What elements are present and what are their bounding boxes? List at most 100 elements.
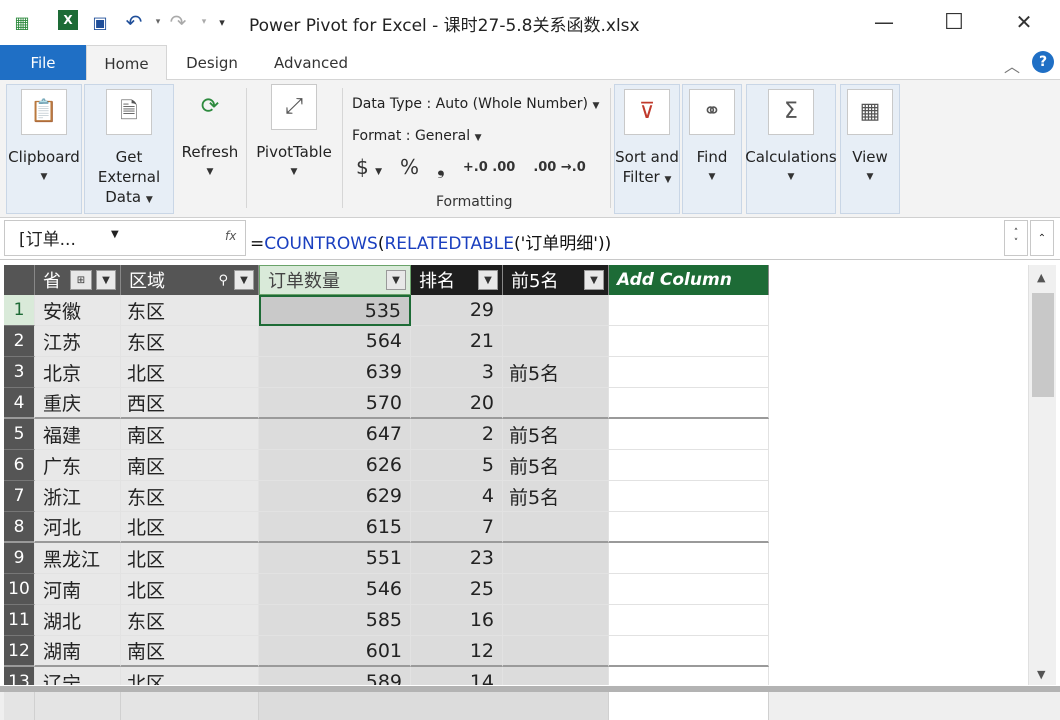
- cell-add-column[interactable]: [609, 605, 769, 636]
- cell-top5[interactable]: [503, 543, 609, 574]
- cell-area[interactable]: 东区: [121, 605, 259, 636]
- cell-area[interactable]: 南区: [121, 419, 259, 450]
- cell-top5[interactable]: [503, 295, 609, 326]
- table-row[interactable]: 6 广东 南区 626 5 前5名: [4, 450, 1028, 481]
- cell-add-column[interactable]: [609, 419, 769, 450]
- cell-rank[interactable]: 2: [411, 419, 503, 450]
- filter-dropdown-icon[interactable]: ▼: [386, 270, 406, 290]
- filter-dropdown-icon[interactable]: ▼: [478, 270, 498, 290]
- cell-top5[interactable]: [503, 574, 609, 605]
- cell-top5[interactable]: 前5名: [503, 357, 609, 388]
- cell-order-count[interactable]: 535: [259, 295, 411, 326]
- clipboard-button[interactable]: 📋 Clipboard ▼: [7, 89, 81, 187]
- cell-province[interactable]: 江苏: [35, 326, 121, 357]
- cell-order-count[interactable]: 585: [259, 605, 411, 636]
- cell-top5[interactable]: 前5名: [503, 481, 609, 512]
- table-row[interactable]: 11 湖北 东区 585 16: [4, 605, 1028, 636]
- cell-province[interactable]: 重庆: [35, 388, 121, 419]
- formula-scroll[interactable]: ˄ ˅: [1004, 220, 1028, 256]
- cell-rank[interactable]: 16: [411, 605, 503, 636]
- decrease-decimal-icon[interactable]: .00 →.0: [533, 160, 585, 175]
- save-icon[interactable]: ▣: [88, 10, 112, 34]
- percent-icon[interactable]: %: [400, 155, 419, 179]
- tab-home[interactable]: Home: [86, 45, 167, 81]
- help-button[interactable]: ?: [1032, 51, 1054, 73]
- row-number[interactable]: 7: [4, 481, 35, 512]
- cell-order-count[interactable]: 629: [259, 481, 411, 512]
- cell-province[interactable]: 黑龙江: [35, 543, 121, 574]
- row-number[interactable]: 5: [4, 419, 35, 450]
- cell-area[interactable]: 北区: [121, 357, 259, 388]
- calc-cell[interactable]: [609, 692, 769, 720]
- refresh-button[interactable]: ⟳ Refresh ▼: [178, 84, 242, 182]
- cell-order-count[interactable]: 589: [259, 667, 411, 685]
- cell-order-count[interactable]: 647: [259, 419, 411, 450]
- name-box[interactable]: [订单... ▼ fx: [4, 220, 246, 256]
- row-number[interactable]: 8: [4, 512, 35, 543]
- cell-order-count[interactable]: 570: [259, 388, 411, 419]
- cell-order-count[interactable]: 546: [259, 574, 411, 605]
- redo-icon[interactable]: ↷: [166, 10, 190, 34]
- row-number[interactable]: 11: [4, 605, 35, 636]
- collapse-ribbon-icon[interactable]: ︿: [1004, 53, 1020, 77]
- cell-area[interactable]: 北区: [121, 512, 259, 543]
- cell-province[interactable]: 河北: [35, 512, 121, 543]
- row-number[interactable]: 12: [4, 636, 35, 667]
- cell-area[interactable]: 西区: [121, 388, 259, 419]
- cell-top5[interactable]: [503, 636, 609, 667]
- cell-order-count[interactable]: 639: [259, 357, 411, 388]
- cell-top5[interactable]: [503, 512, 609, 543]
- cell-rank[interactable]: 7: [411, 512, 503, 543]
- cell-area[interactable]: 南区: [121, 636, 259, 667]
- column-header-order-count[interactable]: 订单数量 ▼: [259, 265, 411, 295]
- cell-order-count[interactable]: 626: [259, 450, 411, 481]
- maximize-button[interactable]: ☐: [934, 6, 974, 38]
- increase-decimal-icon[interactable]: +.0 .00: [463, 160, 515, 175]
- formula-input[interactable]: =COUNTROWS(RELATEDTABLE('订单明细')): [250, 229, 611, 254]
- corner-header[interactable]: [4, 265, 35, 295]
- cell-add-column[interactable]: [609, 326, 769, 357]
- cell-province[interactable]: 河南: [35, 574, 121, 605]
- cell-add-column[interactable]: [609, 543, 769, 574]
- table-row[interactable]: 12 湖南 南区 601 12: [4, 636, 1028, 667]
- cell-add-column[interactable]: [609, 357, 769, 388]
- cell-province[interactable]: 湖南: [35, 636, 121, 667]
- row-number[interactable]: 13: [4, 667, 35, 685]
- cell-province[interactable]: 浙江: [35, 481, 121, 512]
- filter-dropdown-icon[interactable]: ▼: [234, 270, 254, 290]
- cell-order-count[interactable]: 615: [259, 512, 411, 543]
- table-row[interactable]: 1 安徽 东区 535 29: [4, 295, 1028, 326]
- power-pivot-icon[interactable]: ▦: [10, 10, 34, 34]
- tab-file[interactable]: File: [0, 45, 86, 80]
- cell-area[interactable]: 北区: [121, 543, 259, 574]
- vertical-scrollbar[interactable]: ▲ ▼: [1028, 265, 1056, 685]
- cell-rank[interactable]: 23: [411, 543, 503, 574]
- cell-province[interactable]: 湖北: [35, 605, 121, 636]
- table-row[interactable]: 3 北京 北区 639 3 前5名: [4, 357, 1028, 388]
- cell-add-column[interactable]: [609, 636, 769, 667]
- undo-icon[interactable]: ↶: [122, 10, 146, 34]
- cell-rank[interactable]: 5: [411, 450, 503, 481]
- cell-top5[interactable]: 前5名: [503, 419, 609, 450]
- cell-add-column[interactable]: [609, 295, 769, 326]
- table-row[interactable]: 2 江苏 东区 564 21: [4, 326, 1028, 357]
- table-row[interactable]: 10 河南 北区 546 25: [4, 574, 1028, 605]
- cell-add-column[interactable]: [609, 450, 769, 481]
- cell-add-column[interactable]: [609, 667, 769, 685]
- cell-top5[interactable]: [503, 605, 609, 636]
- minimize-button[interactable]: —: [864, 6, 904, 38]
- row-number[interactable]: 10: [4, 574, 35, 605]
- cell-add-column[interactable]: [609, 512, 769, 543]
- cell-top5[interactable]: [503, 326, 609, 357]
- cell-province[interactable]: 福建: [35, 419, 121, 450]
- cell-rank[interactable]: 20: [411, 388, 503, 419]
- cell-add-column[interactable]: [609, 574, 769, 605]
- cell-rank[interactable]: 25: [411, 574, 503, 605]
- cell-rank[interactable]: 29: [411, 295, 503, 326]
- scroll-up-icon[interactable]: ▲: [1037, 271, 1045, 284]
- comma-icon[interactable]: ❟: [437, 155, 445, 179]
- column-header-rank[interactable]: 排名 ▼: [411, 265, 503, 295]
- data-type-dropdown[interactable]: Data Type : Auto (Whole Number) ▼: [352, 96, 599, 112]
- calc-cell[interactable]: [259, 692, 609, 720]
- cell-province[interactable]: 北京: [35, 357, 121, 388]
